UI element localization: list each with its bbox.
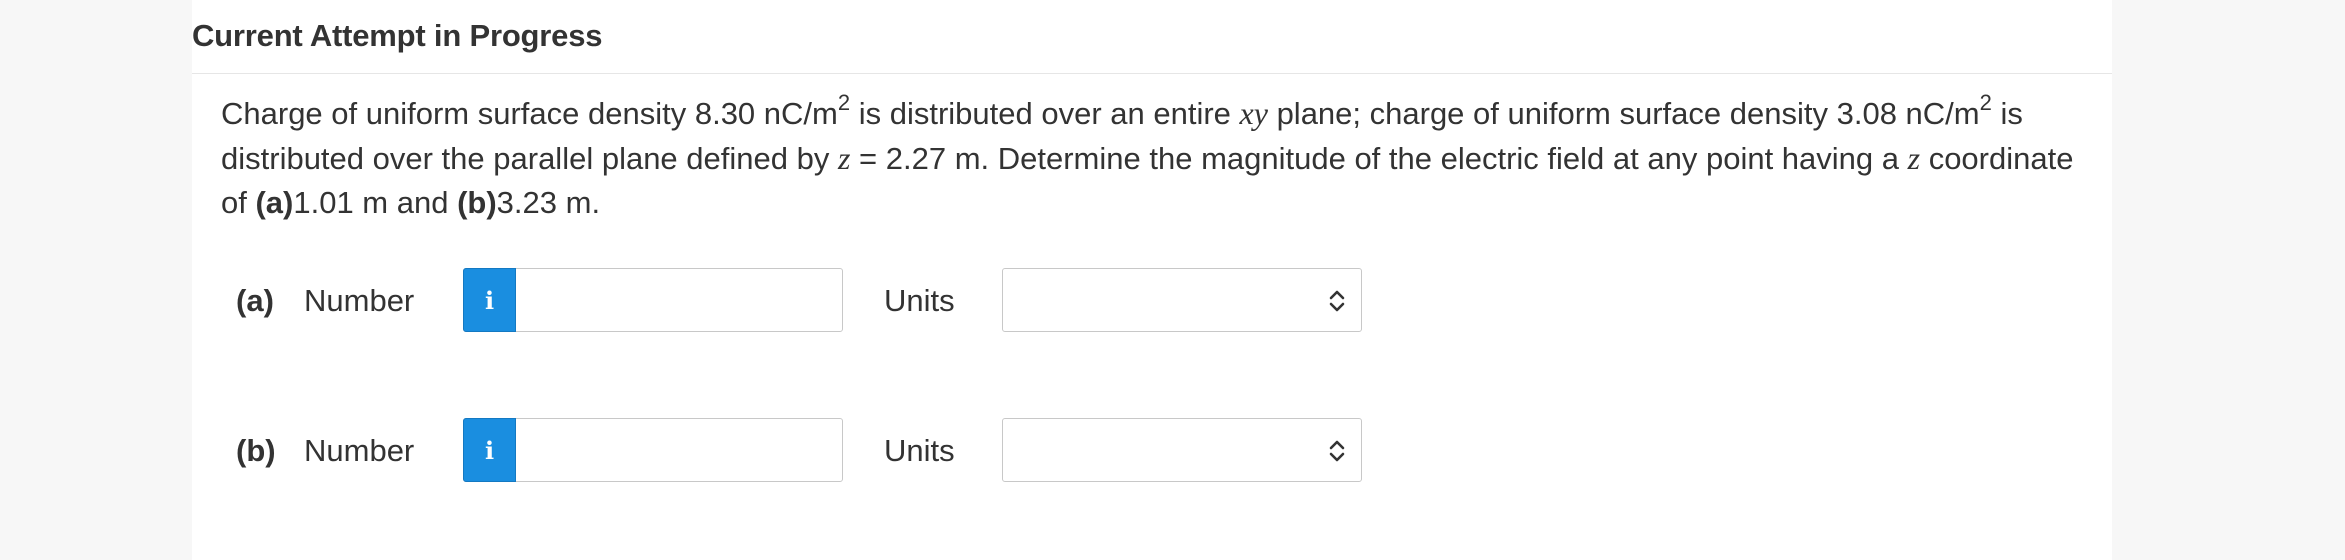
answer-row-a: (a) Number i Units (192, 268, 1592, 332)
page-title: Current Attempt in Progress (192, 18, 603, 53)
units-label-b: Units (884, 433, 955, 468)
number-label-b: Number (304, 433, 415, 468)
question-text: Charge of uniform surface density 8.30 n… (221, 89, 2074, 220)
chevron-up-down-icon (1329, 440, 1345, 462)
answer-row-b: (b) Number i Units (192, 418, 1592, 482)
chevron-up-down-icon (1329, 290, 1345, 312)
info-icon[interactable]: i (463, 268, 516, 332)
number-input-b[interactable] (517, 419, 837, 481)
number-label-a: Number (304, 283, 415, 318)
units-label-a: Units (884, 283, 955, 318)
number-input-group-a: i (463, 268, 843, 332)
units-select-b[interactable] (1002, 418, 1362, 482)
units-select-a[interactable] (1002, 268, 1362, 332)
number-input-a[interactable] (517, 269, 837, 331)
number-input-group-b: i (463, 418, 843, 482)
part-label-a: (a) (236, 283, 274, 318)
header: Current Attempt in Progress (192, 0, 2112, 74)
question-card: Current Attempt in Progress Charge of un… (192, 0, 2112, 560)
info-icon[interactable]: i (463, 418, 516, 482)
part-label-b: (b) (236, 433, 276, 468)
